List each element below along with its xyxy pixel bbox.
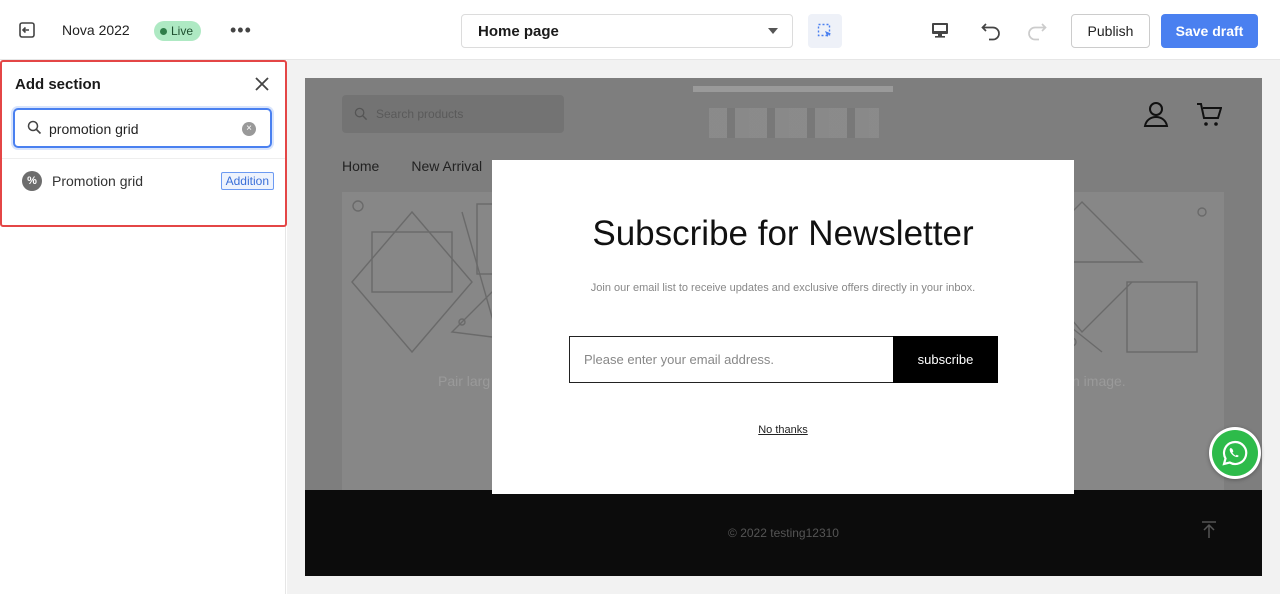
redo-icon[interactable] bbox=[1026, 19, 1048, 41]
more-options-icon[interactable]: ••• bbox=[230, 21, 252, 39]
email-field[interactable] bbox=[569, 336, 893, 383]
subscribe-button[interactable]: subscribe bbox=[893, 336, 998, 383]
desktop-view-icon[interactable] bbox=[930, 20, 950, 40]
nav-item-new-arrival[interactable]: New Arrival bbox=[411, 158, 482, 174]
preview-search-bar[interactable]: Search products bbox=[342, 95, 564, 133]
page-selector[interactable]: Home page bbox=[461, 14, 793, 48]
page-selector-value: Home page bbox=[478, 22, 559, 40]
top-toolbar: Nova 2022 Live ••• Home page Publish Sav… bbox=[0, 0, 1280, 60]
preview-canvas: Search products Home New Arrival Pair la… bbox=[287, 60, 1280, 594]
store-name: Nova 2022 bbox=[62, 22, 130, 38]
percent-badge-icon: % bbox=[22, 171, 42, 191]
preview-footer: © 2022 testing12310 bbox=[305, 490, 1262, 576]
account-icon[interactable] bbox=[1143, 100, 1169, 133]
copyright-text: © 2022 testing12310 bbox=[728, 526, 839, 540]
add-section-panel: Add section × % Promotion grid Addition bbox=[0, 60, 287, 227]
sidebar: Add section × % Promotion grid Addition bbox=[0, 60, 287, 594]
nav-item-home[interactable]: Home bbox=[342, 158, 379, 174]
section-search-box: × bbox=[13, 108, 272, 148]
newsletter-form: subscribe bbox=[569, 336, 998, 383]
store-preview: Search products Home New Arrival Pair la… bbox=[305, 78, 1262, 576]
live-status-badge: Live bbox=[154, 21, 202, 41]
close-icon[interactable] bbox=[254, 76, 270, 92]
publish-button[interactable]: Publish bbox=[1071, 14, 1150, 48]
chevron-down-icon bbox=[768, 28, 778, 34]
no-thanks-link[interactable]: No thanks bbox=[492, 424, 1074, 436]
live-dot-icon bbox=[160, 27, 167, 35]
whatsapp-icon bbox=[1212, 430, 1258, 476]
back-to-top-icon[interactable] bbox=[1201, 520, 1217, 545]
announcement-bar bbox=[693, 86, 893, 92]
select-element-tool[interactable] bbox=[808, 14, 842, 48]
list-item-promotion-grid[interactable]: % Promotion grid Addition bbox=[22, 170, 274, 192]
inspect-cursor-icon bbox=[817, 23, 831, 37]
live-label: Live bbox=[171, 24, 194, 38]
section-search-input[interactable] bbox=[49, 119, 239, 139]
search-icon bbox=[27, 120, 42, 140]
popup-title: Subscribe for Newsletter bbox=[592, 214, 974, 253]
clear-search-icon[interactable]: × bbox=[242, 122, 256, 136]
cart-icon[interactable] bbox=[1196, 100, 1223, 133]
popup-subtitle: Join our email list to receive updates a… bbox=[590, 282, 976, 294]
panel-title: Add section bbox=[15, 76, 101, 93]
whatsapp-button[interactable] bbox=[1209, 427, 1261, 479]
exit-icon[interactable] bbox=[18, 20, 38, 40]
newsletter-popup: Subscribe for Newsletter Join our email … bbox=[492, 160, 1074, 494]
store-logo bbox=[709, 108, 879, 138]
search-icon bbox=[354, 107, 368, 121]
preview-nav: Home New Arrival bbox=[342, 158, 482, 174]
hero-text-right: n image. bbox=[1072, 373, 1126, 389]
save-draft-button[interactable]: Save draft bbox=[1161, 14, 1258, 48]
list-item-label: Promotion grid bbox=[52, 173, 144, 189]
hero-text-left: Pair larg bbox=[438, 373, 491, 389]
addition-badge: Addition bbox=[220, 172, 274, 190]
undo-icon[interactable] bbox=[980, 19, 1002, 41]
divider bbox=[2, 158, 285, 159]
preview-search-placeholder: Search products bbox=[376, 107, 464, 121]
